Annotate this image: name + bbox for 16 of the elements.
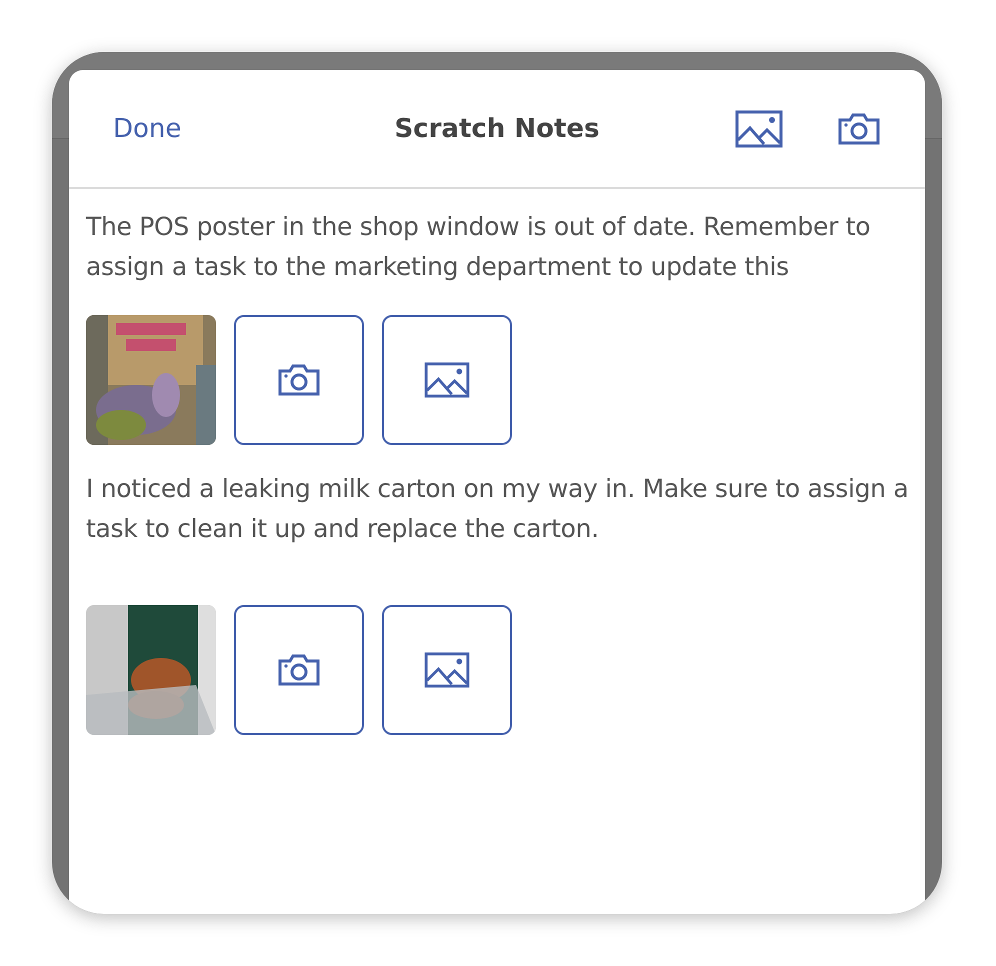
note-text: I noticed a leaking milk carton on my way in. Make sure to assign a task to clean it up and replace the carton. bbox=[86, 473, 909, 545]
gallery-button[interactable] bbox=[735, 110, 783, 148]
camera-button[interactable] bbox=[234, 605, 364, 735]
add-image-button[interactable] bbox=[382, 605, 512, 735]
camera-icon bbox=[837, 112, 881, 146]
done-button[interactable]: Done bbox=[113, 114, 182, 144]
camera-button[interactable] bbox=[837, 112, 881, 146]
image-icon bbox=[424, 652, 470, 688]
image-icon bbox=[735, 110, 783, 148]
sheet-title: Scratch Notes bbox=[394, 114, 600, 144]
camera-icon bbox=[277, 363, 321, 397]
note-text: The POS poster in the shop window is out of date. Remember to assign a task to the marketing department to update this bbox=[86, 211, 872, 283]
camera-button[interactable] bbox=[234, 315, 364, 445]
add-image-button[interactable] bbox=[382, 315, 512, 445]
image-icon bbox=[424, 362, 470, 398]
camera-icon bbox=[277, 653, 321, 687]
